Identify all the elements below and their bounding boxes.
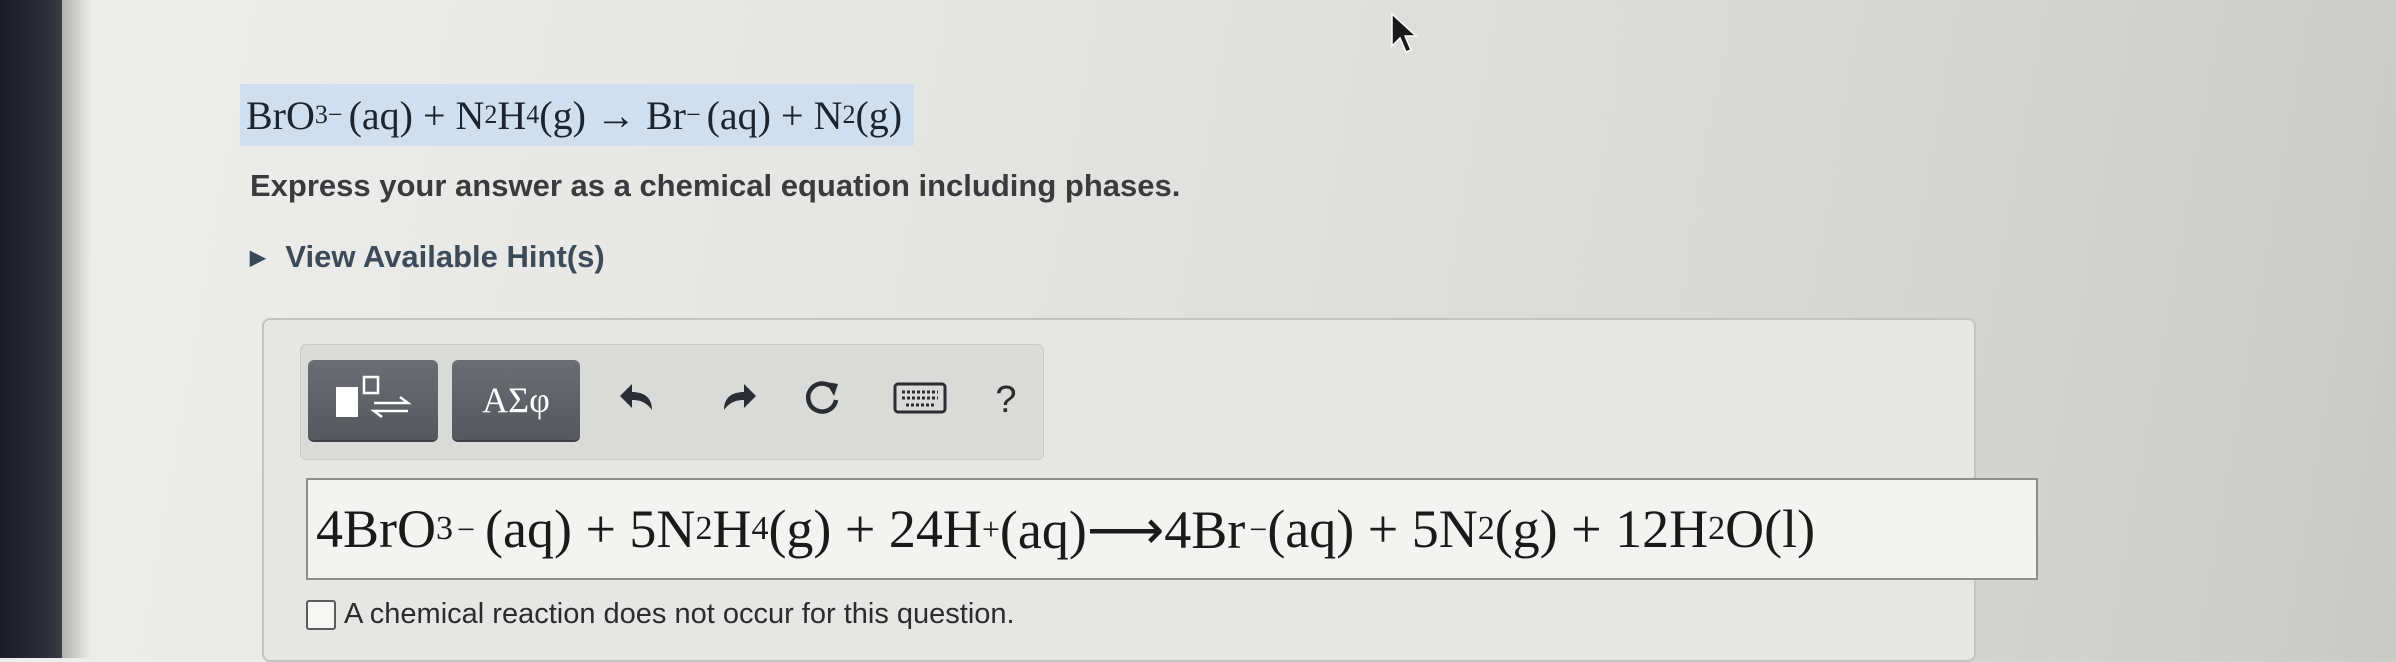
keyboard-icon: [892, 380, 948, 421]
no-reaction-label: A chemical reaction does not occur for t…: [344, 598, 1015, 630]
no-reaction-checkbox[interactable]: [306, 599, 336, 630]
answer-term: O(l): [1725, 499, 1816, 559]
undo-icon: [616, 378, 660, 423]
templates-icon: [328, 373, 418, 428]
reset-icon: [800, 376, 844, 425]
view-hints-toggle[interactable]: ▶ View Available Hint(s): [250, 239, 605, 275]
reaction-text: (g): [855, 92, 903, 138]
reaction-text: BrO: [246, 92, 315, 138]
mouse-pointer-icon: [1390, 12, 1420, 59]
answer-term: 4BrO: [316, 499, 436, 559]
bezel-shadow: [62, 0, 92, 658]
expand-triangle-icon: ▶: [250, 246, 266, 269]
no-reaction-option[interactable]: A chemical reaction does not occur for t…: [306, 598, 1015, 631]
answer-term: (aq) + 5N: [485, 499, 696, 559]
greek-symbols-button[interactable]: ΑΣφ: [452, 360, 580, 440]
reaction-text: (g) → Br: [539, 92, 686, 138]
reaction-prompt: BrO 3− (aq) + N2 H4 (g) → Br − (aq) + N2 (…: [240, 84, 915, 146]
redo-button[interactable]: [712, 374, 764, 426]
templates-button[interactable]: [308, 360, 438, 440]
instruction-text: Express your answer as a chemical equati…: [250, 168, 1181, 203]
help-button[interactable]: ?: [980, 374, 1032, 426]
keyboard-button[interactable]: [890, 374, 950, 426]
reset-button[interactable]: [796, 374, 848, 426]
help-icon: ?: [995, 378, 1017, 421]
reaction-text: (aq) + N: [706, 92, 843, 138]
answer-input[interactable]: 4BrO 3− (aq) + 5N 2 H4 (g) + 24H + (aq)⟶4Br…: [306, 478, 2038, 580]
undo-button[interactable]: [612, 374, 664, 426]
answer-term: (g) + 12H: [1494, 499, 1709, 559]
reaction-text: (aq) + N: [348, 92, 485, 138]
answer-term: (aq) + 5N: [1267, 499, 1478, 559]
redo-icon: [716, 378, 760, 423]
answer-term: (aq)⟶4Br: [999, 499, 1246, 560]
answer-term: (g) + 24H: [768, 499, 982, 559]
answer-term: H: [712, 499, 752, 559]
monitor-bezel: [0, 0, 62, 658]
reaction-text: H: [497, 92, 527, 138]
hints-label: View Available Hint(s): [285, 239, 605, 274]
greek-symbols-label: ΑΣφ: [482, 380, 550, 420]
